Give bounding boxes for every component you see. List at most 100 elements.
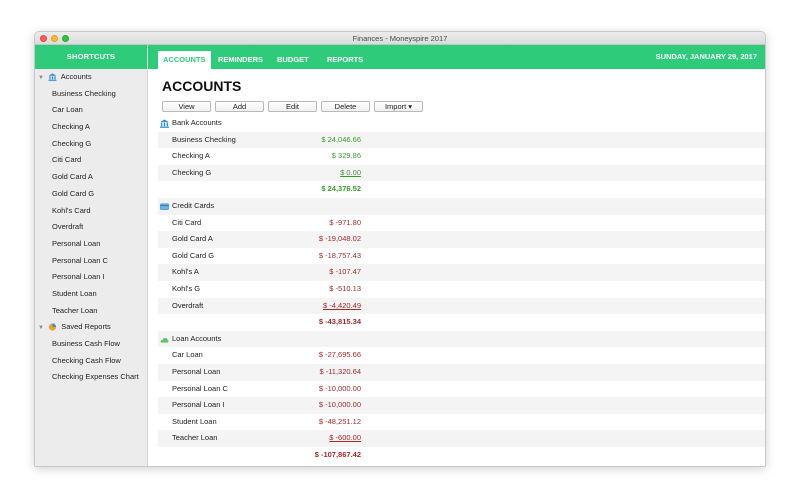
sidebar-group-accounts[interactable]: ▼ Accounts: [35, 69, 147, 86]
current-date: SUNDAY, JANUARY 29, 2017: [655, 52, 757, 61]
sidebar-item-citi-card[interactable]: Citi Card: [35, 152, 147, 169]
account-name: Personal Loan: [172, 366, 221, 376]
account-name: Business Checking: [172, 134, 236, 144]
sidebar-item-business-checking[interactable]: Business Checking: [35, 86, 147, 103]
tab-reports[interactable]: REPORTS: [322, 51, 368, 69]
account-name: Citi Card: [172, 217, 202, 227]
sidebar-header: SHORTCUTS: [35, 45, 147, 69]
account-balance: $ -48,251.12: [318, 416, 361, 426]
sidebar-item-checking-cash-flow[interactable]: Checking Cash Flow: [35, 353, 147, 370]
account-balance: $ -18,757.43: [318, 250, 361, 260]
sidebar-item-kohls-card[interactable]: Kohl's Card: [35, 203, 147, 220]
account-name: Personal Loan I: [172, 400, 225, 410]
title-bar: Finances - Moneyspire 2017: [35, 32, 765, 45]
account-balance: $ -10,000.00: [318, 400, 361, 410]
account-balance: $ -510.13: [329, 283, 361, 293]
sidebar-item-business-cash-flow[interactable]: Business Cash Flow: [35, 336, 147, 353]
section-label: Bank Accounts: [172, 118, 222, 127]
view-button[interactable]: View: [162, 101, 211, 112]
account-row[interactable]: Teacher Loan $ -600.00: [158, 430, 765, 447]
account-row[interactable]: Kohl's A $ -107.47: [158, 264, 765, 281]
account-name: Kohl's G: [172, 283, 201, 293]
account-row[interactable]: Personal Loan C $ -10,000.00: [158, 381, 765, 398]
sidebar-item-gold-card-a[interactable]: Gold Card A: [35, 169, 147, 186]
edit-button[interactable]: Edit: [268, 101, 317, 112]
account-name: Personal Loan C: [172, 383, 228, 393]
account-name: Kohl's A: [172, 267, 199, 277]
account-row[interactable]: Business Checking $ 24,046.66: [158, 131, 765, 149]
sidebar-group-label: Saved Reports: [61, 322, 111, 332]
sidebar: SHORTCUTS ▼ Accounts Business Checking C…: [35, 45, 148, 466]
section-header-bank-accounts[interactable]: Bank Accounts: [158, 115, 765, 132]
window-title: Finances - Moneyspire 2017: [352, 34, 448, 43]
account-name: Student Loan: [172, 416, 217, 426]
tab-reminders[interactable]: REMINDERS: [213, 51, 268, 69]
delete-button[interactable]: Delete: [321, 101, 370, 112]
account-name: Overdraft: [172, 300, 204, 310]
account-balance: $ 329.86: [331, 151, 361, 161]
account-row[interactable]: Checking G $ 0.00: [158, 164, 765, 182]
sidebar-item-car-loan[interactable]: Car Loan: [35, 102, 147, 119]
sidebar-item-checking-a[interactable]: Checking A: [35, 119, 147, 136]
account-name: Gold Card A: [172, 234, 213, 244]
section-total-row: $ -107,867.42: [158, 447, 765, 464]
account-balance: $ -600.00: [329, 433, 361, 443]
account-name: Checking A: [172, 151, 210, 161]
sidebar-group-saved-reports[interactable]: ▼ Saved Reports: [35, 319, 147, 336]
account-balance: $ 0.00: [340, 167, 361, 177]
account-balance: $ 24,046.66: [321, 134, 361, 144]
sidebar-item-gold-card-g[interactable]: Gold Card G: [35, 186, 147, 203]
account-row[interactable]: Kohl's G $ -510.13: [158, 281, 765, 298]
tab-budget[interactable]: BUDGET: [272, 51, 314, 69]
section-header-credit-cards[interactable]: Credit Cards: [158, 197, 765, 215]
account-row[interactable]: Citi Card $ -971.80: [158, 215, 765, 232]
bank-icon: [48, 73, 57, 81]
disclosure-triangle-icon[interactable]: ▼: [38, 320, 46, 337]
account-name: Teacher Loan: [172, 433, 218, 443]
sidebar-item-personal-loan-i[interactable]: Personal Loan I: [35, 269, 147, 286]
section-total: $ 24,376.52: [321, 184, 361, 194]
account-row[interactable]: Personal Loan I $ -10,000.00: [158, 397, 765, 414]
section-total-row: $ -43,815.34: [158, 314, 765, 331]
account-name: Gold Card G: [172, 250, 215, 260]
import-dropdown[interactable]: Import ▾: [374, 101, 423, 112]
add-button[interactable]: Add: [215, 101, 264, 112]
account-balance: $ -971.80: [329, 217, 361, 227]
account-balance: $ -10,000.00: [318, 383, 361, 393]
sidebar-item-student-loan[interactable]: Student Loan: [35, 286, 147, 303]
section-total: $ -43,815.34: [318, 317, 361, 327]
account-row[interactable]: Student Loan $ -48,251.12: [158, 414, 765, 431]
sidebar-item-personal-loan[interactable]: Personal Loan: [35, 236, 147, 253]
sidebar-item-personal-loan-c[interactable]: Personal Loan C: [35, 253, 147, 270]
account-name: Car Loan: [172, 350, 203, 360]
sidebar-item-checking-expenses-chart[interactable]: Checking Expenses Chart: [35, 369, 147, 386]
sidebar-item-overdraft[interactable]: Overdraft: [35, 219, 147, 236]
account-row[interactable]: Checking A $ 329.86: [158, 148, 765, 165]
page-title: ACCOUNTS: [162, 78, 242, 94]
account-row[interactable]: Gold Card G $ -18,757.43: [158, 248, 765, 265]
section-label: Loan Accounts: [172, 333, 222, 343]
section-total: $ -107,867.42: [314, 449, 361, 459]
sidebar-item-checking-g[interactable]: Checking G: [35, 136, 147, 153]
sidebar-item-teacher-loan[interactable]: Teacher Loan: [35, 303, 147, 320]
account-row[interactable]: Overdraft $ -4,420.49: [158, 297, 765, 315]
loan-icon: [160, 337, 169, 343]
app-window: Finances - Moneyspire 2017 SHORTCUTS ▼ A…: [34, 31, 766, 467]
account-row[interactable]: Personal Loan $ -11,320.64: [158, 363, 765, 381]
account-balance: $ -27,695.66: [318, 350, 361, 360]
account-balance: $ -4,420.49: [323, 300, 361, 310]
reports-icon: [48, 323, 57, 331]
credit-card-icon: [160, 203, 169, 210]
section-header-loan-accounts[interactable]: Loan Accounts: [158, 330, 765, 348]
tab-accounts[interactable]: ACCOUNTS: [158, 51, 211, 69]
section-label: Credit Cards: [172, 200, 215, 210]
accounts-list: Bank Accounts Business Checking $ 24,046…: [158, 115, 765, 464]
main-panel: ACCOUNTS REMINDERS BUDGET REPORTS SUNDAY…: [148, 45, 765, 466]
account-balance: $ -11,320.64: [319, 366, 361, 376]
disclosure-triangle-icon[interactable]: ▼: [38, 70, 46, 87]
account-row[interactable]: Car Loan $ -27,695.66: [158, 347, 765, 364]
account-row[interactable]: Gold Card A $ -19,048.02: [158, 231, 765, 248]
sidebar-group-label: Accounts: [60, 72, 92, 81]
account-balance: $ -107.47: [329, 267, 361, 277]
tab-bar: ACCOUNTS REMINDERS BUDGET REPORTS SUNDAY…: [148, 45, 765, 69]
